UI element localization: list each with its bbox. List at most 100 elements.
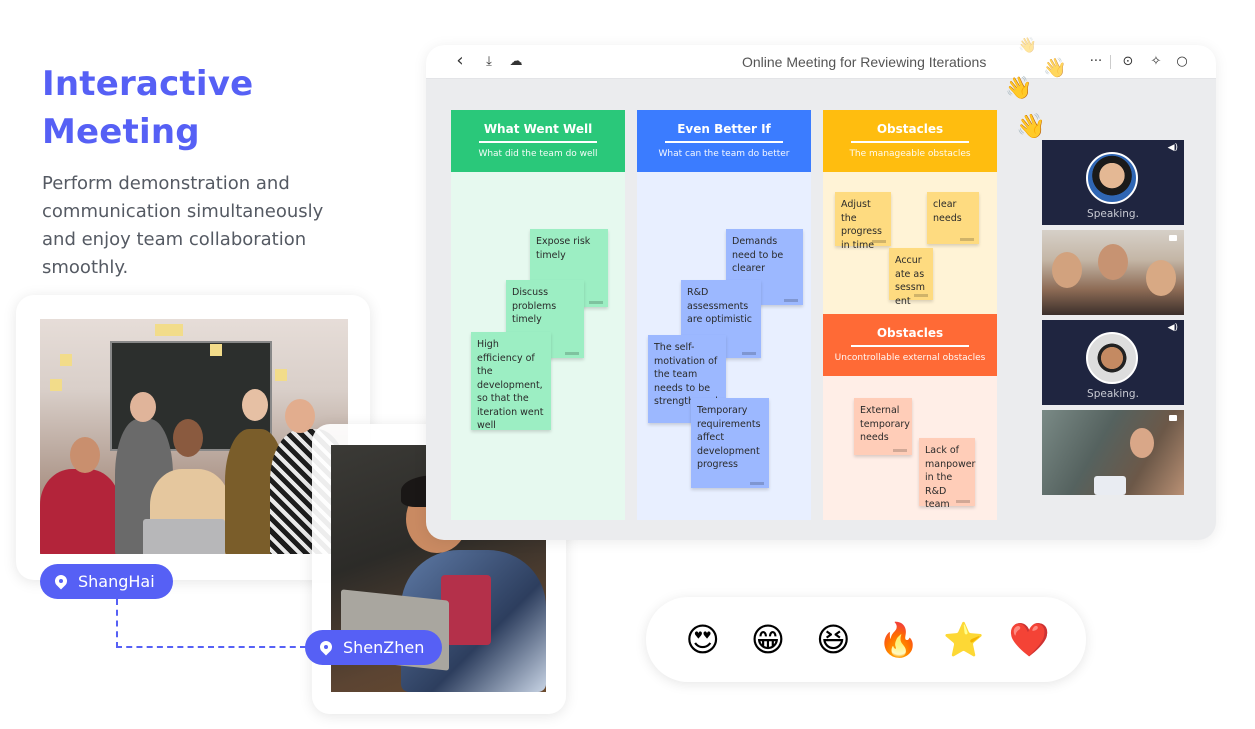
title-bar: ‹ ⤓ ☁ Online Meeting for Reviewing Itera… <box>426 45 1216 79</box>
camera-icon <box>1169 415 1177 421</box>
column-subtitle: What did the team do well <box>478 149 598 159</box>
note-text: Expose risk timely <box>536 236 591 261</box>
title-underline <box>851 345 969 347</box>
note-author <box>589 301 603 304</box>
location-pin-icon <box>319 641 333 655</box>
hero-description: Perform demonstration and communication … <box>42 173 324 278</box>
note-text: Demands need to be clearer <box>732 236 784 274</box>
note-author <box>960 238 974 241</box>
column-body: External temporary needs Lack of manpowe… <box>823 376 997 520</box>
column-what-went-well: What Went Well What did the team do well… <box>451 110 625 520</box>
column-subtitle: The manageable obstacles <box>849 149 971 159</box>
laptop <box>1094 476 1126 495</box>
column-obstacles-manageable: Obstacles The manageable obstacles Adjus… <box>823 110 997 314</box>
video-tile[interactable]: ◀) Speaking. <box>1042 320 1184 405</box>
column-obstacles-uncontrollable: Obstacles Uncontrollable external obstac… <box>823 314 997 520</box>
participant-face <box>1052 252 1082 288</box>
cloud-sync-icon[interactable]: ☁ <box>508 54 524 70</box>
column-title: Obstacles <box>876 326 944 340</box>
heart-eyes-emoji-icon[interactable]: 😍 <box>681 620 725 660</box>
note-text: High efficiency of the development, so t… <box>477 339 544 431</box>
column-header: Obstacles Uncontrollable external obstac… <box>823 314 997 376</box>
sticky-note[interactable]: Lack of manpower in the R&D team <box>919 438 975 510</box>
note-text: Discuss problems timely <box>512 287 557 325</box>
person-head <box>70 437 100 473</box>
column-header: Even Better If What can the team do bett… <box>637 110 811 172</box>
note-author <box>742 352 756 355</box>
laptop <box>143 519 225 554</box>
participant-avatar <box>1086 152 1138 204</box>
tears-of-joy-emoji-icon[interactable]: 😆 <box>811 620 855 660</box>
note-author <box>784 299 798 302</box>
note-text: Accurate assessment <box>895 255 925 307</box>
celebrate-icon[interactable]: ✧ <box>1148 54 1164 70</box>
column-title: Obstacles <box>876 122 944 136</box>
column-body: Demands need to be clearer R&D assessmen… <box>637 172 811 520</box>
waving-hand-icon: 👋 <box>1043 57 1067 79</box>
person <box>40 469 120 554</box>
speaking-status: Speaking. <box>1087 208 1139 220</box>
location-badge-shenzhen[interactable]: ShenZhen <box>305 630 443 665</box>
note-author <box>750 482 764 485</box>
note-author <box>893 449 907 452</box>
title-underline <box>851 141 969 143</box>
location-label: ShenZhen <box>343 638 425 657</box>
column-subtitle: What can the team do better <box>658 149 790 159</box>
video-tile[interactable]: ◀) Speaking. <box>1042 140 1184 225</box>
speaking-status: Speaking. <box>1087 388 1139 400</box>
location-badge-shanghai[interactable]: ShangHai <box>40 564 173 599</box>
speaker-icon: ◀) <box>1167 143 1178 153</box>
sticky-note[interactable]: clear needs <box>927 192 979 244</box>
person-head <box>130 392 156 422</box>
sticky-note[interactable]: External temporary needs <box>854 398 912 455</box>
connector-line-horizontal <box>116 646 306 648</box>
fire-icon[interactable]: 🔥 <box>877 620 921 660</box>
record-icon[interactable]: ⊙ <box>1120 54 1136 70</box>
column-subtitle: Uncontrollable external obstacles <box>834 353 986 363</box>
person-head <box>242 389 268 421</box>
video-tile[interactable] <box>1042 230 1184 315</box>
note-text: External temporary needs <box>860 405 910 443</box>
column-title: Even Better If <box>677 122 771 136</box>
participant-avatar <box>1086 332 1138 384</box>
hero-title: Interactive Meeting <box>42 60 253 156</box>
meeting-app-window: ‹ ⤓ ☁ Online Meeting for Reviewing Itera… <box>426 45 1216 540</box>
participant-face <box>1098 244 1128 280</box>
more-icon[interactable]: ··· <box>1086 54 1106 70</box>
note-text: R&D assessments are optimistic <box>687 287 753 325</box>
connector-line-vertical <box>116 599 118 648</box>
wall-sticky-note <box>50 379 62 391</box>
note-author <box>565 352 579 355</box>
note-author <box>872 240 886 243</box>
sticky-note[interactable]: Adjust the progress in time <box>835 192 891 251</box>
grin-emoji-icon[interactable]: 😁 <box>746 620 790 660</box>
meeting-title: Online Meeting for Reviewing Iterations <box>742 54 987 70</box>
chat-icon[interactable]: ○ <box>1174 54 1190 70</box>
star-icon[interactable]: ⭐ <box>942 620 986 660</box>
heart-icon[interactable]: ❤️ <box>1007 620 1051 660</box>
waving-hand-icon: 👋 <box>1016 112 1046 140</box>
wall-sticky-note <box>275 369 287 381</box>
location-label: ShangHai <box>78 572 155 591</box>
sticky-note[interactable]: Temporary requirements affect developmen… <box>691 398 769 488</box>
video-tile[interactable] <box>1042 410 1184 495</box>
title-underline <box>665 141 783 143</box>
shanghai-team-photo <box>40 319 348 554</box>
waving-hand-icon: 👋 <box>1005 76 1033 101</box>
hero-title-line1: Interactive <box>42 64 254 104</box>
reaction-bar: 😍 😁 😆 🔥 ⭐ ❤️ <box>646 597 1086 682</box>
participant-face <box>1130 428 1154 458</box>
location-pin-icon <box>54 575 68 589</box>
person-head <box>285 399 315 433</box>
sticky-note[interactable]: Accurate assessment <box>889 248 933 307</box>
column-header: What Went Well What did the team do well <box>451 110 625 172</box>
wall-sticky-note <box>60 354 72 366</box>
sticky-note[interactable]: High efficiency of the development, so t… <box>471 332 551 431</box>
wall-sticky-note <box>155 324 183 336</box>
toolbar-divider <box>1110 55 1111 69</box>
wall-sticky-note <box>210 344 222 356</box>
title-underline <box>479 141 597 143</box>
back-icon[interactable]: ‹ <box>452 52 468 70</box>
hero-title-line2: Meeting <box>42 112 200 152</box>
download-icon[interactable]: ⤓ <box>481 54 497 70</box>
